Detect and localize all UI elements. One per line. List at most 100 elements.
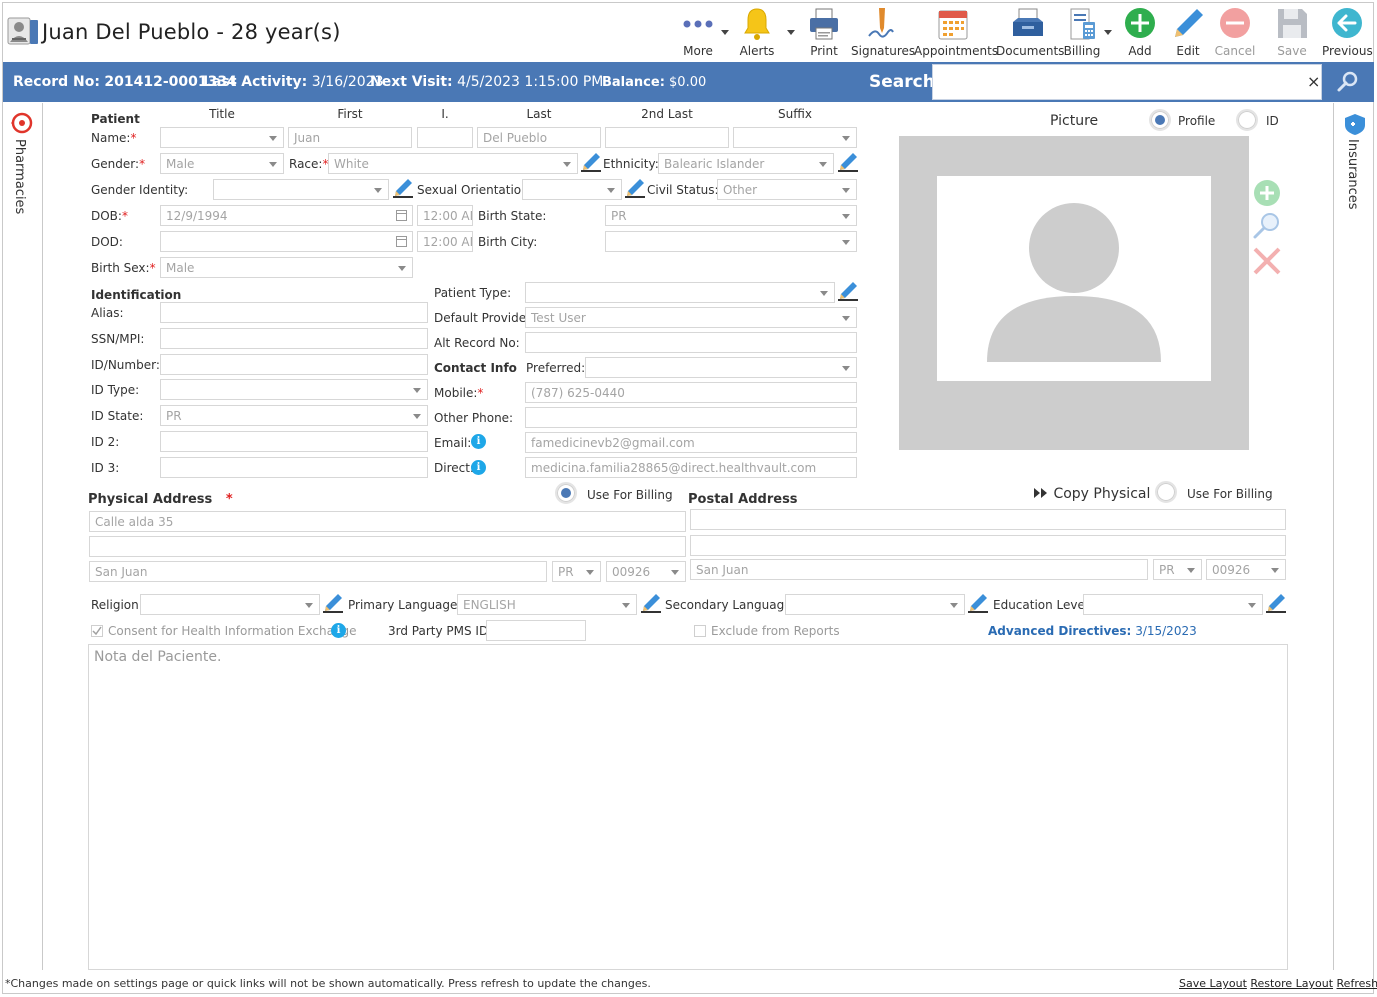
add-picture-icon[interactable] — [1252, 178, 1282, 208]
mobile-input[interactable]: (787) 625-0440 — [525, 382, 857, 403]
postal-city-input[interactable]: San Juan — [690, 559, 1148, 580]
search-input[interactable] — [932, 64, 1322, 100]
id-picture-radio[interactable] — [1236, 109, 1258, 131]
search-clear-button[interactable]: × — [1307, 72, 1320, 91]
consent-info-icon[interactable]: i — [331, 623, 346, 638]
secondary-language-edit-pencil-icon[interactable] — [968, 593, 988, 613]
alias-input[interactable] — [160, 302, 428, 323]
consent-checkbox[interactable] — [91, 625, 103, 637]
insurances-panel[interactable]: Insurances — [1333, 103, 1374, 970]
alt-record-input[interactable] — [525, 332, 857, 353]
physical-address-line2-input[interactable] — [89, 536, 686, 557]
gender-identity-edit-pencil-icon[interactable] — [393, 178, 413, 198]
secondary-language-select[interactable] — [785, 594, 965, 615]
sexual-orientation-select[interactable] — [522, 179, 622, 200]
sexual-orientation-edit-pencil-icon[interactable] — [625, 178, 645, 198]
documents-button[interactable]: Documents — [996, 4, 1064, 60]
physical-zip-select[interactable]: 00926 — [606, 561, 686, 582]
middle-initial-input[interactable] — [417, 127, 473, 148]
delete-picture-icon[interactable] — [1252, 246, 1282, 276]
profile-radio[interactable] — [1149, 109, 1171, 131]
billing-caret-icon[interactable] — [1104, 30, 1112, 35]
birth-sex-select[interactable]: Male — [160, 257, 413, 278]
direct-info-icon[interactable]: i — [471, 460, 486, 475]
zoom-picture-icon[interactable] — [1252, 210, 1282, 240]
copy-physical-button[interactable]: Copy Physical — [1033, 486, 1150, 502]
edit-button[interactable]: Edit — [1166, 4, 1210, 60]
race-select[interactable]: White — [328, 153, 578, 174]
ethnicity-select[interactable]: Balearic Islander — [658, 153, 834, 174]
patient-type-select[interactable] — [525, 282, 835, 303]
save-layout-link[interactable]: Save Layout — [1179, 977, 1247, 990]
physical-address-line1-input[interactable]: Calle alda 35 — [89, 511, 686, 532]
patient-notes-textarea[interactable]: Nota del Paciente. — [88, 644, 1288, 970]
dob-time-input[interactable]: 12:00 AM — [417, 205, 473, 226]
birth-city-select[interactable] — [605, 231, 857, 252]
identification-section-title: Identification — [91, 288, 182, 302]
pharmacies-panel[interactable]: Pharmacies — [3, 103, 43, 970]
postal-state-select[interactable]: PR — [1153, 559, 1202, 580]
print-label: Print — [810, 44, 838, 58]
education-edit-pencil-icon[interactable] — [1266, 593, 1286, 613]
default-provider-select[interactable]: Test User — [525, 307, 857, 328]
dod-date-input[interactable] — [160, 231, 413, 252]
refresh-link[interactable]: Refresh — [1337, 977, 1377, 990]
more-caret-icon[interactable] — [721, 30, 729, 35]
email-info-icon[interactable]: i — [471, 434, 486, 449]
civil-status-select[interactable]: Other — [717, 179, 857, 200]
id-state-select[interactable]: PR — [160, 405, 428, 426]
advanced-directives-link[interactable]: Advanced Directives: 3/15/2023 — [988, 624, 1197, 638]
postal-address-line1-input[interactable] — [690, 509, 1286, 530]
preferred-contact-select[interactable] — [585, 357, 857, 378]
signatures-button[interactable]: Signatures — [851, 4, 915, 60]
gender-select[interactable]: Male — [160, 153, 284, 174]
id3-input[interactable] — [160, 457, 428, 478]
religion-edit-pencil-icon[interactable] — [323, 593, 343, 613]
postal-address-line2-input[interactable] — [690, 535, 1286, 556]
direct-email-input[interactable]: medicina.familia28865@direct.healthvault… — [525, 457, 857, 478]
postal-use-for-billing-radio[interactable] — [1155, 481, 1177, 503]
search-button[interactable] — [1322, 62, 1374, 102]
alerts-button[interactable]: Alerts — [734, 4, 780, 60]
save-button[interactable]: Save — [1270, 4, 1314, 60]
first-name-input[interactable]: Juan — [288, 127, 412, 148]
patient-type-edit-pencil-icon[interactable] — [838, 281, 858, 301]
id-number-input[interactable] — [160, 354, 428, 375]
gender-identity-select[interactable] — [213, 179, 389, 200]
cancel-button[interactable]: Cancel — [1213, 4, 1257, 60]
pms-id-input[interactable] — [486, 620, 586, 641]
ssn-input[interactable] — [160, 328, 428, 349]
physical-use-for-billing-radio[interactable] — [555, 482, 577, 504]
add-button[interactable]: Add — [1118, 4, 1162, 60]
appointments-button[interactable]: Appointments — [914, 4, 998, 60]
more-button[interactable]: More — [675, 4, 721, 60]
dob-date-input[interactable]: 12/9/1994 — [160, 205, 413, 226]
religion-select[interactable] — [140, 594, 320, 615]
billing-button[interactable]: Billing — [1060, 4, 1104, 60]
other-phone-input[interactable] — [525, 407, 857, 428]
print-button[interactable]: Print — [801, 4, 847, 60]
dob-calendar-icon[interactable] — [396, 210, 407, 221]
postal-zip-select[interactable]: 00926 — [1206, 559, 1286, 580]
dod-time-input[interactable]: 12:00 AM — [417, 231, 473, 252]
exclude-reports-checkbox[interactable] — [694, 625, 706, 637]
title-select[interactable] — [160, 127, 284, 148]
previous-button[interactable]: Previous — [1322, 4, 1373, 60]
birth-state-select[interactable]: PR — [605, 205, 857, 226]
id-type-select[interactable] — [160, 379, 428, 400]
alerts-caret-icon[interactable] — [787, 30, 795, 35]
primary-language-select[interactable]: ENGLISH — [457, 594, 637, 615]
physical-city-input[interactable]: San Juan — [89, 561, 547, 582]
id2-input[interactable] — [160, 431, 428, 452]
ethnicity-edit-pencil-icon[interactable] — [838, 152, 858, 172]
restore-layout-link[interactable]: Restore Layout — [1250, 977, 1333, 990]
second-last-name-input[interactable] — [605, 127, 729, 148]
education-level-select[interactable] — [1083, 594, 1263, 615]
race-edit-pencil-icon[interactable] — [581, 152, 601, 172]
suffix-select[interactable] — [733, 127, 857, 148]
email-input[interactable]: famedicinevb2@gmail.com — [525, 432, 857, 453]
primary-language-edit-pencil-icon[interactable] — [641, 593, 661, 613]
dod-calendar-icon[interactable] — [396, 236, 407, 247]
last-name-input[interactable]: Del Pueblo — [477, 127, 601, 148]
physical-state-select[interactable]: PR — [552, 561, 601, 582]
